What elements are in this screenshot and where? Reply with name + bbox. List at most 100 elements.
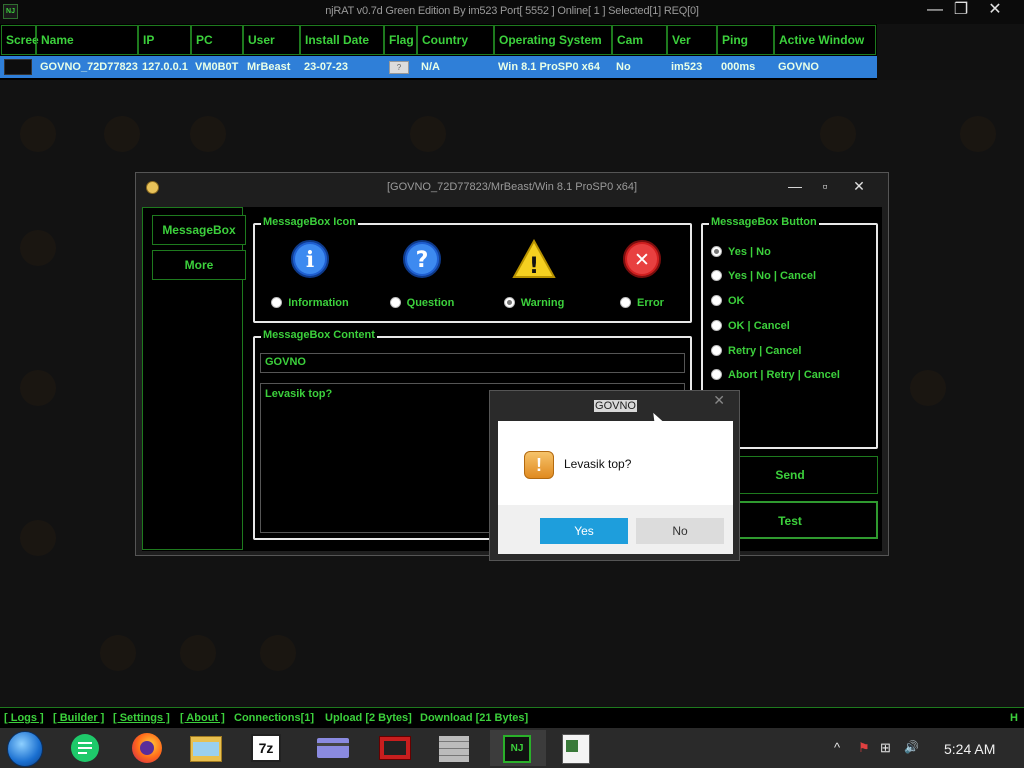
desktop-icon-ghost (20, 370, 56, 406)
radio-ok-cancel[interactable] (711, 320, 722, 332)
cell-ip: 127.0.0.1 (142, 61, 188, 73)
question-icon: ? (403, 240, 441, 278)
column-header-os[interactable]: Operating System (494, 25, 612, 55)
label-question: Question (406, 296, 455, 309)
radio-question[interactable] (389, 297, 401, 309)
maximize-button[interactable]: ❐ (944, 0, 978, 22)
column-header-name[interactable]: Name (36, 25, 138, 55)
wall-app-icon[interactable] (431, 730, 479, 766)
error-icon: ✕ (623, 240, 661, 278)
column-header-country[interactable]: Country (417, 25, 494, 55)
icon-option-question[interactable]: ? Question (367, 239, 477, 312)
window-title: [GOVNO_72D77823/MrBeast/Win 8.1 ProSP0 x… (386, 181, 638, 193)
njrat-taskbar-icon[interactable]: NJ (490, 730, 546, 766)
column-header-ping[interactable]: Ping (717, 25, 774, 55)
radio-information[interactable] (271, 297, 283, 309)
title-input[interactable]: GOVNO (260, 353, 685, 373)
label-yes-no: Yes | No (728, 245, 771, 258)
document-app-icon[interactable] (553, 730, 601, 766)
radio-ok[interactable] (711, 295, 722, 307)
messagebox-icon-group: MessageBox Icon i Information ? Question (253, 216, 692, 323)
icon-group-label: MessageBox Icon (261, 216, 358, 228)
taskbar-clock[interactable]: 5:24 AM (944, 741, 995, 757)
window-minimize-button[interactable]: — (780, 175, 810, 197)
desktop-icon-ghost (260, 635, 296, 671)
7zip-icon[interactable]: 7z (243, 730, 291, 766)
column-header-install-date[interactable]: Install Date (300, 25, 384, 55)
desktop-icon-ghost (820, 116, 856, 152)
desktop-icon-ghost (104, 116, 140, 152)
cell-pc: VM0B0T (195, 61, 239, 73)
column-header-ip[interactable]: IP (138, 25, 191, 55)
tab-more[interactable]: More (152, 250, 246, 280)
app-title: njRAT v0.7d Green Edition By im523 Port[… (325, 5, 699, 17)
tray-chevron-icon[interactable]: ^ (834, 740, 840, 755)
cell-ping: 000ms (721, 61, 756, 73)
upload-status: Upload [2 Bytes] (325, 712, 412, 724)
radio-yes-no-cancel[interactable] (711, 270, 722, 282)
button-option-yes-no[interactable]: Yes | No (711, 243, 771, 259)
window-close-button[interactable]: ✕ (844, 175, 874, 197)
status-bar: [ Logs ] [ Builder ] [ Settings ] [ Abou… (0, 707, 1024, 728)
column-header-pc[interactable]: PC (191, 25, 243, 55)
firefox-icon[interactable] (124, 730, 172, 766)
notes-app-icon[interactable] (62, 730, 110, 766)
button-option-ok-cancel[interactable]: OK | Cancel (711, 317, 790, 333)
icon-option-warning[interactable]: ! Warning (479, 238, 589, 312)
label-retry-cancel: Retry | Cancel (728, 344, 802, 357)
desktop-icon-ghost (20, 520, 56, 556)
button-option-ok[interactable]: OK (711, 292, 745, 308)
tray-network-icon[interactable]: ⊞ (880, 740, 891, 756)
information-icon: i (291, 240, 329, 278)
media-app-icon[interactable] (372, 730, 420, 766)
logs-link[interactable]: [ Logs ] (4, 712, 44, 724)
card-app-icon[interactable] (310, 730, 358, 766)
builder-link[interactable]: [ Builder ] (53, 712, 104, 724)
column-header-user[interactable]: User (243, 25, 300, 55)
radio-yes-no[interactable] (711, 246, 722, 258)
radio-retry-cancel[interactable] (711, 345, 722, 357)
app-titlebar: NJ njRAT v0.7d Green Edition By im523 Po… (0, 0, 1024, 24)
tray-volume-icon[interactable]: 🔊 (904, 740, 919, 754)
button-group-label: MessageBox Button (709, 216, 819, 228)
svg-text:?: ? (416, 248, 429, 273)
label-abort-retry-cancel: Abort | Retry | Cancel (728, 368, 840, 381)
cell-active-window: GOVNO (778, 61, 819, 73)
settings-link[interactable]: [ Settings ] (113, 712, 170, 724)
column-header-screen[interactable]: Scree (1, 25, 39, 55)
label-warning: Warning (520, 296, 565, 309)
desktop-icon-ghost (180, 635, 216, 671)
cell-user: MrBeast (247, 61, 291, 73)
radio-error[interactable] (620, 297, 632, 309)
icon-option-information[interactable]: i Information (255, 239, 365, 312)
dialog-close-icon[interactable]: ✕ (713, 392, 725, 409)
radio-abort-retry-cancel[interactable] (711, 369, 722, 381)
button-option-yes-no-cancel[interactable]: Yes | No | Cancel (711, 267, 816, 283)
start-orb-icon[interactable] (7, 731, 43, 767)
dialog-warning-icon: ! (524, 451, 554, 479)
button-option-retry-cancel[interactable]: Retry | Cancel (711, 342, 801, 358)
radio-warning[interactable] (503, 297, 515, 309)
about-link[interactable]: [ About ] (180, 712, 225, 724)
flag-icon: ? (389, 61, 409, 74)
close-button[interactable]: ✕ (978, 0, 1012, 22)
column-header-active-window[interactable]: Active Window (774, 25, 876, 55)
client-row[interactable]: GOVNO_72D77823 127.0.0.1 VM0B0T MrBeast … (0, 56, 877, 78)
connections-status: Connections[1] (234, 712, 315, 724)
window-maximize-button[interactable]: ▫ (810, 175, 840, 197)
cell-cam: No (616, 61, 631, 73)
label-error: Error (637, 296, 664, 309)
column-header-ver[interactable]: Ver (667, 25, 717, 55)
dialog-yes-button[interactable]: Yes (540, 518, 628, 544)
button-option-abort-retry-cancel[interactable]: Abort | Retry | Cancel (711, 366, 840, 382)
dialog-no-button[interactable]: No (636, 518, 724, 544)
icon-option-error[interactable]: ✕ Error (587, 239, 697, 312)
column-header-flag[interactable]: Flag (384, 25, 417, 55)
file-explorer-icon[interactable] (183, 730, 231, 766)
column-header-cam[interactable]: Cam (612, 25, 667, 55)
tab-messagebox[interactable]: MessageBox (152, 215, 246, 245)
download-status: Download [21 Bytes] (420, 712, 529, 724)
dialog-title-wrap: GOVNO (490, 396, 741, 414)
cell-country: N/A (421, 61, 440, 73)
tray-flag-icon[interactable]: ⚑ (858, 740, 870, 756)
